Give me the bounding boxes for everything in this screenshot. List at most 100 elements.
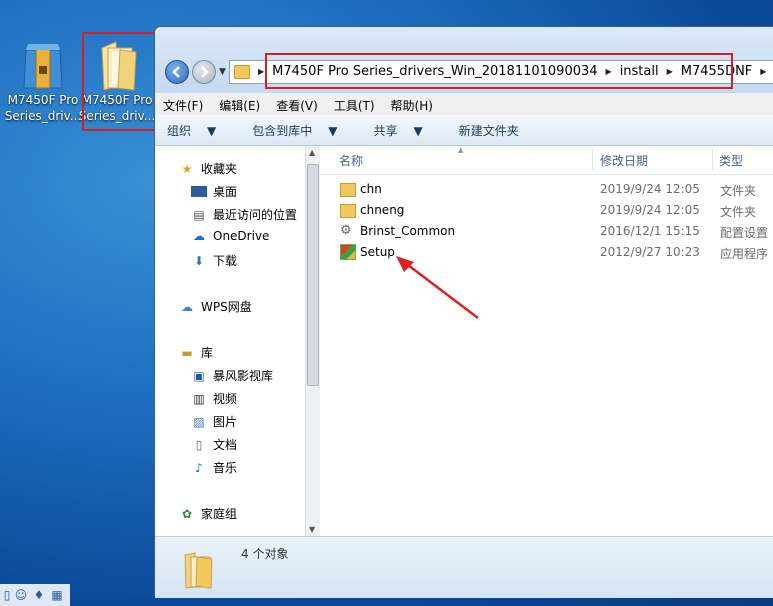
column-divider[interactable] — [592, 148, 593, 170]
arrow-left-icon — [172, 66, 180, 78]
nav-downloads-label: 下载 — [213, 254, 238, 268]
film-icon: ▥ — [193, 391, 205, 406]
organize-button[interactable]: 组织 ▼ — [155, 122, 240, 139]
menu-tools[interactable]: 工具(T) — [326, 93, 383, 115]
file-type: 文件夹 — [720, 184, 757, 198]
file-date: 2012/9/27 10:23 — [600, 245, 700, 259]
menu-bar: 文件(F) 编辑(E) 查看(V) 工具(T) 帮助(H) — [155, 93, 773, 115]
nav-homegroup-label: 家庭组 — [201, 507, 238, 521]
file-type: 应用程序 — [720, 247, 769, 261]
chevron-right-icon[interactable]: ▶ — [258, 67, 264, 76]
nav-baofeng-label: 暴风影视库 — [213, 369, 274, 383]
column-divider[interactable] — [712, 148, 713, 170]
nav-baofeng[interactable]: ▣ 暴风影视库 — [191, 367, 273, 384]
scroll-up-arrow-icon[interactable]: ▲ — [309, 148, 315, 157]
desktop-icon — [191, 186, 207, 197]
file-name: Setup — [360, 245, 395, 259]
tray-icon-1[interactable]: ▯ — [0, 588, 14, 602]
file-row[interactable]: Setup 2012/9/27 10:23 应用程序 — [320, 242, 773, 263]
file-name: chn — [360, 182, 382, 196]
chevron-right-icon[interactable]: ▶ — [760, 67, 766, 76]
desktop-icon-label-line1: M7450F Pro — [7, 93, 79, 107]
nav-pictures-label: 图片 — [213, 415, 238, 429]
scroll-down-arrow-icon[interactable]: ▼ — [309, 525, 315, 534]
file-date: 2016/12/1 15:15 — [600, 224, 700, 238]
organize-label: 组织 — [167, 123, 192, 138]
tray-grid-icon[interactable]: ▦ — [50, 588, 64, 602]
arrow-right-icon — [201, 66, 209, 78]
recent-places-icon: ▤ — [193, 207, 205, 222]
file-row[interactable]: ⚙ Brinst_Common 2016/12/1 15:15 配置设置 — [320, 221, 773, 242]
nav-favorites-label: 收藏夹 — [201, 162, 238, 176]
details-pane: 4 个对象 — [155, 536, 773, 598]
desktop-icon-label-line2: Series_driv... — [4, 109, 82, 123]
nav-wps-label: WPS网盘 — [201, 300, 252, 314]
nav-pictures[interactable]: ▨ 图片 — [191, 413, 237, 430]
nav-music[interactable]: ♪ 音乐 — [191, 459, 237, 476]
cloud-icon: ☁ — [181, 299, 193, 314]
menu-help[interactable]: 帮助(H) — [383, 93, 441, 115]
nav-library[interactable]: ▬ 库 — [179, 344, 213, 361]
video-library-icon: ▣ — [193, 368, 205, 383]
explorer-window: ▼ ▶ M7450F Pro Series_drivers_Win_201811… — [154, 26, 773, 598]
nav-desktop[interactable]: 桌面 — [191, 183, 237, 200]
file-row[interactable]: chn 2019/9/24 12:05 文件夹 — [320, 179, 773, 200]
file-list-pane: ▲ 名称 修改日期 类型 chn 2019/9/24 12:05 文件夹 chn… — [320, 146, 773, 536]
chevron-down-icon: ▼ — [413, 123, 423, 138]
nav-documents[interactable]: ▯ 文档 — [191, 436, 237, 453]
tray-shirt-icon[interactable]: ♦ — [32, 588, 46, 602]
music-note-icon: ♪ — [195, 460, 203, 475]
desktop-icon-archive[interactable]: M7450F Pro Series_driv... — [4, 40, 82, 124]
forward-button[interactable] — [192, 60, 216, 84]
object-count: 4 个对象 — [241, 547, 289, 561]
menu-view[interactable]: 查看(V) — [268, 93, 326, 115]
new-folder-button[interactable]: 新建文件夹 — [447, 122, 531, 139]
chevron-down-icon: ▼ — [328, 123, 338, 138]
tray-user-icon[interactable]: ☺ — [14, 588, 28, 602]
nav-favorites[interactable]: ★ 收藏夹 — [179, 160, 237, 177]
nav-videos-label: 视频 — [213, 392, 238, 406]
file-row[interactable]: chneng 2019/9/24 12:05 文件夹 — [320, 200, 773, 221]
document-icon: ▯ — [195, 437, 203, 452]
column-headers: ▲ 名称 修改日期 类型 — [320, 146, 773, 175]
column-date[interactable]: 修改日期 — [600, 152, 648, 169]
scrollbar-thumb[interactable] — [307, 164, 319, 386]
archive-icon — [23, 44, 63, 89]
star-icon: ★ — [181, 161, 193, 176]
column-name[interactable]: 名称 — [339, 152, 363, 169]
nav-videos[interactable]: ▥ 视频 — [191, 390, 237, 407]
menu-edit[interactable]: 编辑(E) — [211, 93, 268, 115]
sort-arrow-icon: ▲ — [458, 146, 464, 154]
nav-recent[interactable]: ▤ 最近访问的位置 — [191, 206, 297, 223]
chevron-down-icon: ▼ — [207, 123, 217, 138]
folder-icon — [234, 64, 250, 79]
recent-pages-dropdown[interactable]: ▼ — [219, 67, 226, 77]
setup-exe-icon — [340, 244, 356, 260]
share-label: 共享 — [373, 123, 398, 138]
nav-recent-label: 最近访问的位置 — [213, 208, 298, 222]
nav-library-label: 库 — [201, 346, 214, 360]
homegroup-icon: ✿ — [181, 506, 193, 521]
file-type: 文件夹 — [720, 205, 757, 219]
settings-file-icon: ⚙ — [340, 223, 352, 238]
menu-file[interactable]: 文件(F) — [155, 93, 211, 115]
file-name: Brinst_Common — [360, 224, 456, 238]
nav-downloads[interactable]: ⬇ 下载 — [191, 252, 237, 269]
include-in-library-button[interactable]: 包含到库中 ▼ — [240, 122, 361, 139]
file-date: 2019/9/24 12:05 — [600, 182, 700, 196]
file-name: chneng — [360, 203, 405, 217]
command-toolbar: 组织 ▼ 包含到库中 ▼ 共享 ▼ 新建文件夹 — [155, 115, 773, 146]
navigation-pane: ★ 收藏夹 桌面 ▤ 最近访问的位置 ☁ OneDrive ⬇ 下载 ☁ WPS网盘 ▬ 库… — [155, 146, 305, 536]
nav-homegroup[interactable]: ✿ 家庭组 — [179, 505, 237, 522]
include-label: 包含到库中 — [252, 123, 313, 138]
nav-onedrive-label: OneDrive — [213, 229, 270, 243]
download-folder-icon: ⬇ — [193, 253, 205, 268]
back-button[interactable] — [165, 60, 189, 84]
folder-icon — [184, 552, 213, 589]
folder-icon — [340, 204, 356, 218]
picture-icon: ▨ — [193, 414, 205, 429]
nav-onedrive[interactable]: ☁ OneDrive — [191, 229, 269, 243]
column-type[interactable]: 类型 — [719, 152, 743, 169]
share-button[interactable]: 共享 ▼ — [362, 122, 447, 139]
nav-wps[interactable]: ☁ WPS网盘 — [179, 298, 252, 315]
